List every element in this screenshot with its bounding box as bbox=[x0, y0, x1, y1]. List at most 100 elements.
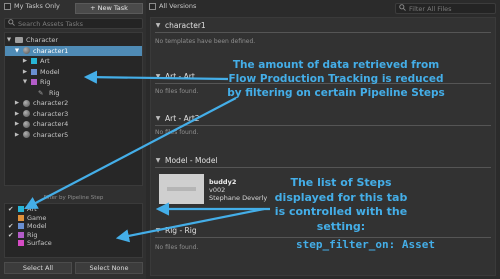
tree-item-label: character2 bbox=[33, 99, 69, 108]
tasks-panel: My Tasks Only + New Task ▼ Character ▼ c… bbox=[0, 0, 146, 279]
task-pencil-icon: ✎ bbox=[38, 88, 44, 97]
tree-item-label: Art bbox=[40, 57, 50, 66]
tree-item-label: Character bbox=[26, 36, 59, 45]
new-task-button[interactable]: + New Task bbox=[75, 3, 143, 14]
tree-item-character4[interactable]: ▶ character4 bbox=[5, 119, 142, 130]
section-empty-message: No files found. bbox=[155, 244, 199, 251]
checkbox-icon[interactable] bbox=[149, 2, 156, 10]
check-icon[interactable]: ✔ bbox=[8, 205, 15, 213]
file-filter-box[interactable] bbox=[395, 3, 496, 14]
tree-item-rig-task[interactable]: ✎ Rig bbox=[5, 88, 142, 99]
my-tasks-only-label: My Tasks Only bbox=[14, 2, 60, 10]
tree-item-character5[interactable]: ▶ character5 bbox=[5, 130, 142, 141]
expanded-arrow-icon[interactable]: ▼ bbox=[155, 115, 161, 122]
step-filter-model[interactable]: ✔ Model bbox=[8, 222, 47, 230]
task-search-box[interactable] bbox=[4, 18, 143, 29]
tree-item-label: Rig bbox=[40, 78, 51, 87]
search-icon bbox=[8, 19, 15, 28]
file-author: Stephane Deverly bbox=[209, 194, 268, 202]
annotation-setting-code: step_filter_on: Asset bbox=[295, 238, 436, 251]
all-versions-label: All Versions bbox=[159, 2, 197, 10]
check-icon[interactable]: ✔ bbox=[8, 222, 15, 230]
collapsed-arrow-icon[interactable]: ▶ bbox=[22, 69, 28, 75]
task-search-input[interactable] bbox=[18, 19, 138, 28]
collapsed-arrow-icon[interactable]: ▶ bbox=[14, 111, 20, 117]
section-header-rig-rig[interactable]: ▼ Rig - Rig bbox=[155, 226, 197, 235]
expanded-arrow-icon[interactable]: ▼ bbox=[155, 22, 161, 29]
tree-item-character3[interactable]: ▶ character3 bbox=[5, 109, 142, 120]
annotation-steps-setting: The list of Steps displayed for this tab… bbox=[274, 176, 408, 233]
select-none-button[interactable]: Select None bbox=[75, 262, 143, 274]
tree-item-label: Rig bbox=[49, 88, 60, 97]
expanded-arrow-icon[interactable]: ▼ bbox=[6, 37, 12, 43]
checkbox-icon[interactable] bbox=[4, 2, 11, 10]
section-divider bbox=[155, 125, 491, 126]
step-color-icon bbox=[18, 214, 24, 221]
section-header-model-model[interactable]: ▼ Model - Model bbox=[155, 156, 218, 165]
step-filter-label: Game bbox=[27, 213, 47, 222]
asset-thumbnail-icon bbox=[23, 47, 30, 55]
step-filter-list[interactable]: ✔ Art Game ✔ Model ✔ Rig Surface bbox=[4, 203, 143, 258]
all-versions-toggle[interactable]: All Versions bbox=[149, 2, 196, 10]
section-title: Art - Art2 bbox=[165, 114, 200, 123]
tree-item-label: character4 bbox=[33, 120, 69, 129]
tree-item-character[interactable]: ▼ Character bbox=[5, 35, 142, 46]
step-filter-game[interactable]: Game bbox=[8, 214, 46, 222]
section-title: Art - Art bbox=[165, 72, 195, 81]
tree-item-character2[interactable]: ▶ character2 bbox=[5, 98, 142, 109]
tree-item-model[interactable]: ▶ Model bbox=[5, 67, 142, 78]
thumbnail-logo-icon bbox=[167, 187, 196, 191]
step-color-icon bbox=[18, 240, 24, 246]
expanded-arrow-icon[interactable]: ▼ bbox=[155, 227, 161, 234]
step-color-icon bbox=[18, 223, 24, 229]
step-filter-label: Art bbox=[27, 205, 37, 213]
step-color-icon bbox=[31, 68, 37, 75]
section-divider bbox=[155, 167, 491, 168]
section-empty-message: No files found. bbox=[155, 88, 199, 95]
step-filter-label: Model bbox=[27, 222, 47, 230]
tree-item-character1[interactable]: ▼ character1 bbox=[5, 45, 142, 56]
step-filter-art[interactable]: ✔ Art bbox=[8, 205, 37, 213]
tree-item-art[interactable]: ▶ Art bbox=[5, 56, 142, 67]
search-icon bbox=[399, 4, 406, 13]
step-color-icon bbox=[18, 206, 24, 212]
my-tasks-only-toggle[interactable]: My Tasks Only bbox=[4, 2, 60, 10]
file-version: v002 bbox=[209, 186, 226, 194]
select-all-button[interactable]: Select All bbox=[4, 262, 72, 274]
expanded-arrow-icon[interactable]: ▼ bbox=[155, 157, 161, 164]
tree-item-label: character3 bbox=[33, 109, 69, 118]
step-color-icon bbox=[31, 79, 37, 86]
step-filter-rig[interactable]: ✔ Rig bbox=[8, 231, 37, 239]
collapsed-arrow-icon[interactable]: ▶ bbox=[22, 58, 28, 64]
step-filter-surface[interactable]: Surface bbox=[8, 239, 52, 247]
file-thumbnail[interactable] bbox=[159, 174, 204, 204]
tree-item-rig[interactable]: ▼ Rig bbox=[5, 77, 142, 88]
asset-thumbnail-icon bbox=[23, 131, 30, 139]
step-color-icon bbox=[18, 231, 24, 238]
folder-icon bbox=[15, 37, 23, 44]
asset-thumbnail-icon bbox=[23, 99, 30, 107]
step-filter-label: Surface bbox=[27, 239, 52, 247]
section-empty-message: No files found. bbox=[155, 129, 199, 136]
tree-item-label: character5 bbox=[33, 130, 69, 139]
section-header-character1[interactable]: ▼ character1 bbox=[155, 21, 206, 30]
check-icon[interactable]: ✔ bbox=[8, 231, 15, 239]
section-header-art-art2[interactable]: ▼ Art - Art2 bbox=[155, 114, 200, 123]
file-card-details[interactable]: buddy2 v002 Stephane Deverly bbox=[209, 178, 267, 202]
expanded-arrow-icon[interactable]: ▼ bbox=[22, 79, 28, 85]
expanded-arrow-icon[interactable]: ▼ bbox=[14, 48, 20, 54]
annotation-step-filtering: The amount of data retrieved from Flow P… bbox=[227, 59, 445, 99]
step-color-icon bbox=[31, 58, 37, 65]
section-empty-message: No templates have been defined. bbox=[155, 38, 256, 45]
asset-thumbnail-icon bbox=[23, 110, 30, 118]
tree-item-label: character1 bbox=[33, 46, 69, 55]
file-filter-input[interactable] bbox=[409, 4, 494, 13]
entity-tree[interactable]: ▼ Character ▼ character1 ▶ Art ▶ Model ▼… bbox=[4, 32, 143, 186]
section-header-art-art[interactable]: ▼ Art - Art bbox=[155, 72, 195, 81]
collapsed-arrow-icon[interactable]: ▶ bbox=[14, 100, 20, 106]
step-filter-label: Rig bbox=[27, 230, 38, 239]
collapsed-arrow-icon[interactable]: ▶ bbox=[14, 121, 20, 127]
filter-by-step-title: Filter by Pipeline Step bbox=[43, 195, 104, 201]
collapsed-arrow-icon[interactable]: ▶ bbox=[14, 132, 20, 138]
expanded-arrow-icon[interactable]: ▼ bbox=[155, 73, 161, 80]
